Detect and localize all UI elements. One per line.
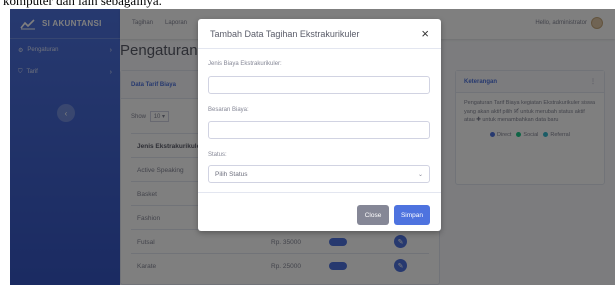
caption-text: komputer dan lain sebagainya. — [3, 0, 162, 8]
modal-header: Tambah Data Tagihan Ekstrakurikuler × — [198, 19, 441, 49]
status-select[interactable]: Pilih Status ⌄ — [208, 165, 430, 183]
modal-title: Tambah Data Tagihan Ekstrakurikuler — [210, 28, 360, 39]
save-button[interactable]: Simpan — [394, 205, 430, 225]
status-label: Status: — [208, 152, 227, 158]
close-icon[interactable]: × — [421, 27, 429, 40]
status-select-value: Pilih Status — [215, 170, 248, 178]
jenis-biaya-label: Jenis Biaya Ekstrakurikuler: — [208, 61, 282, 67]
chevron-down-icon: ⌄ — [417, 171, 423, 178]
jenis-biaya-input[interactable] — [208, 76, 430, 94]
besaran-biaya-input[interactable] — [208, 121, 430, 139]
add-tagihan-modal: Tambah Data Tagihan Ekstrakurikuler × Je… — [198, 19, 441, 231]
besaran-biaya-label: Besaran Biaya: — [208, 107, 249, 113]
close-button[interactable]: Close — [357, 205, 389, 225]
modal-footer: Close Simpan — [198, 192, 441, 231]
